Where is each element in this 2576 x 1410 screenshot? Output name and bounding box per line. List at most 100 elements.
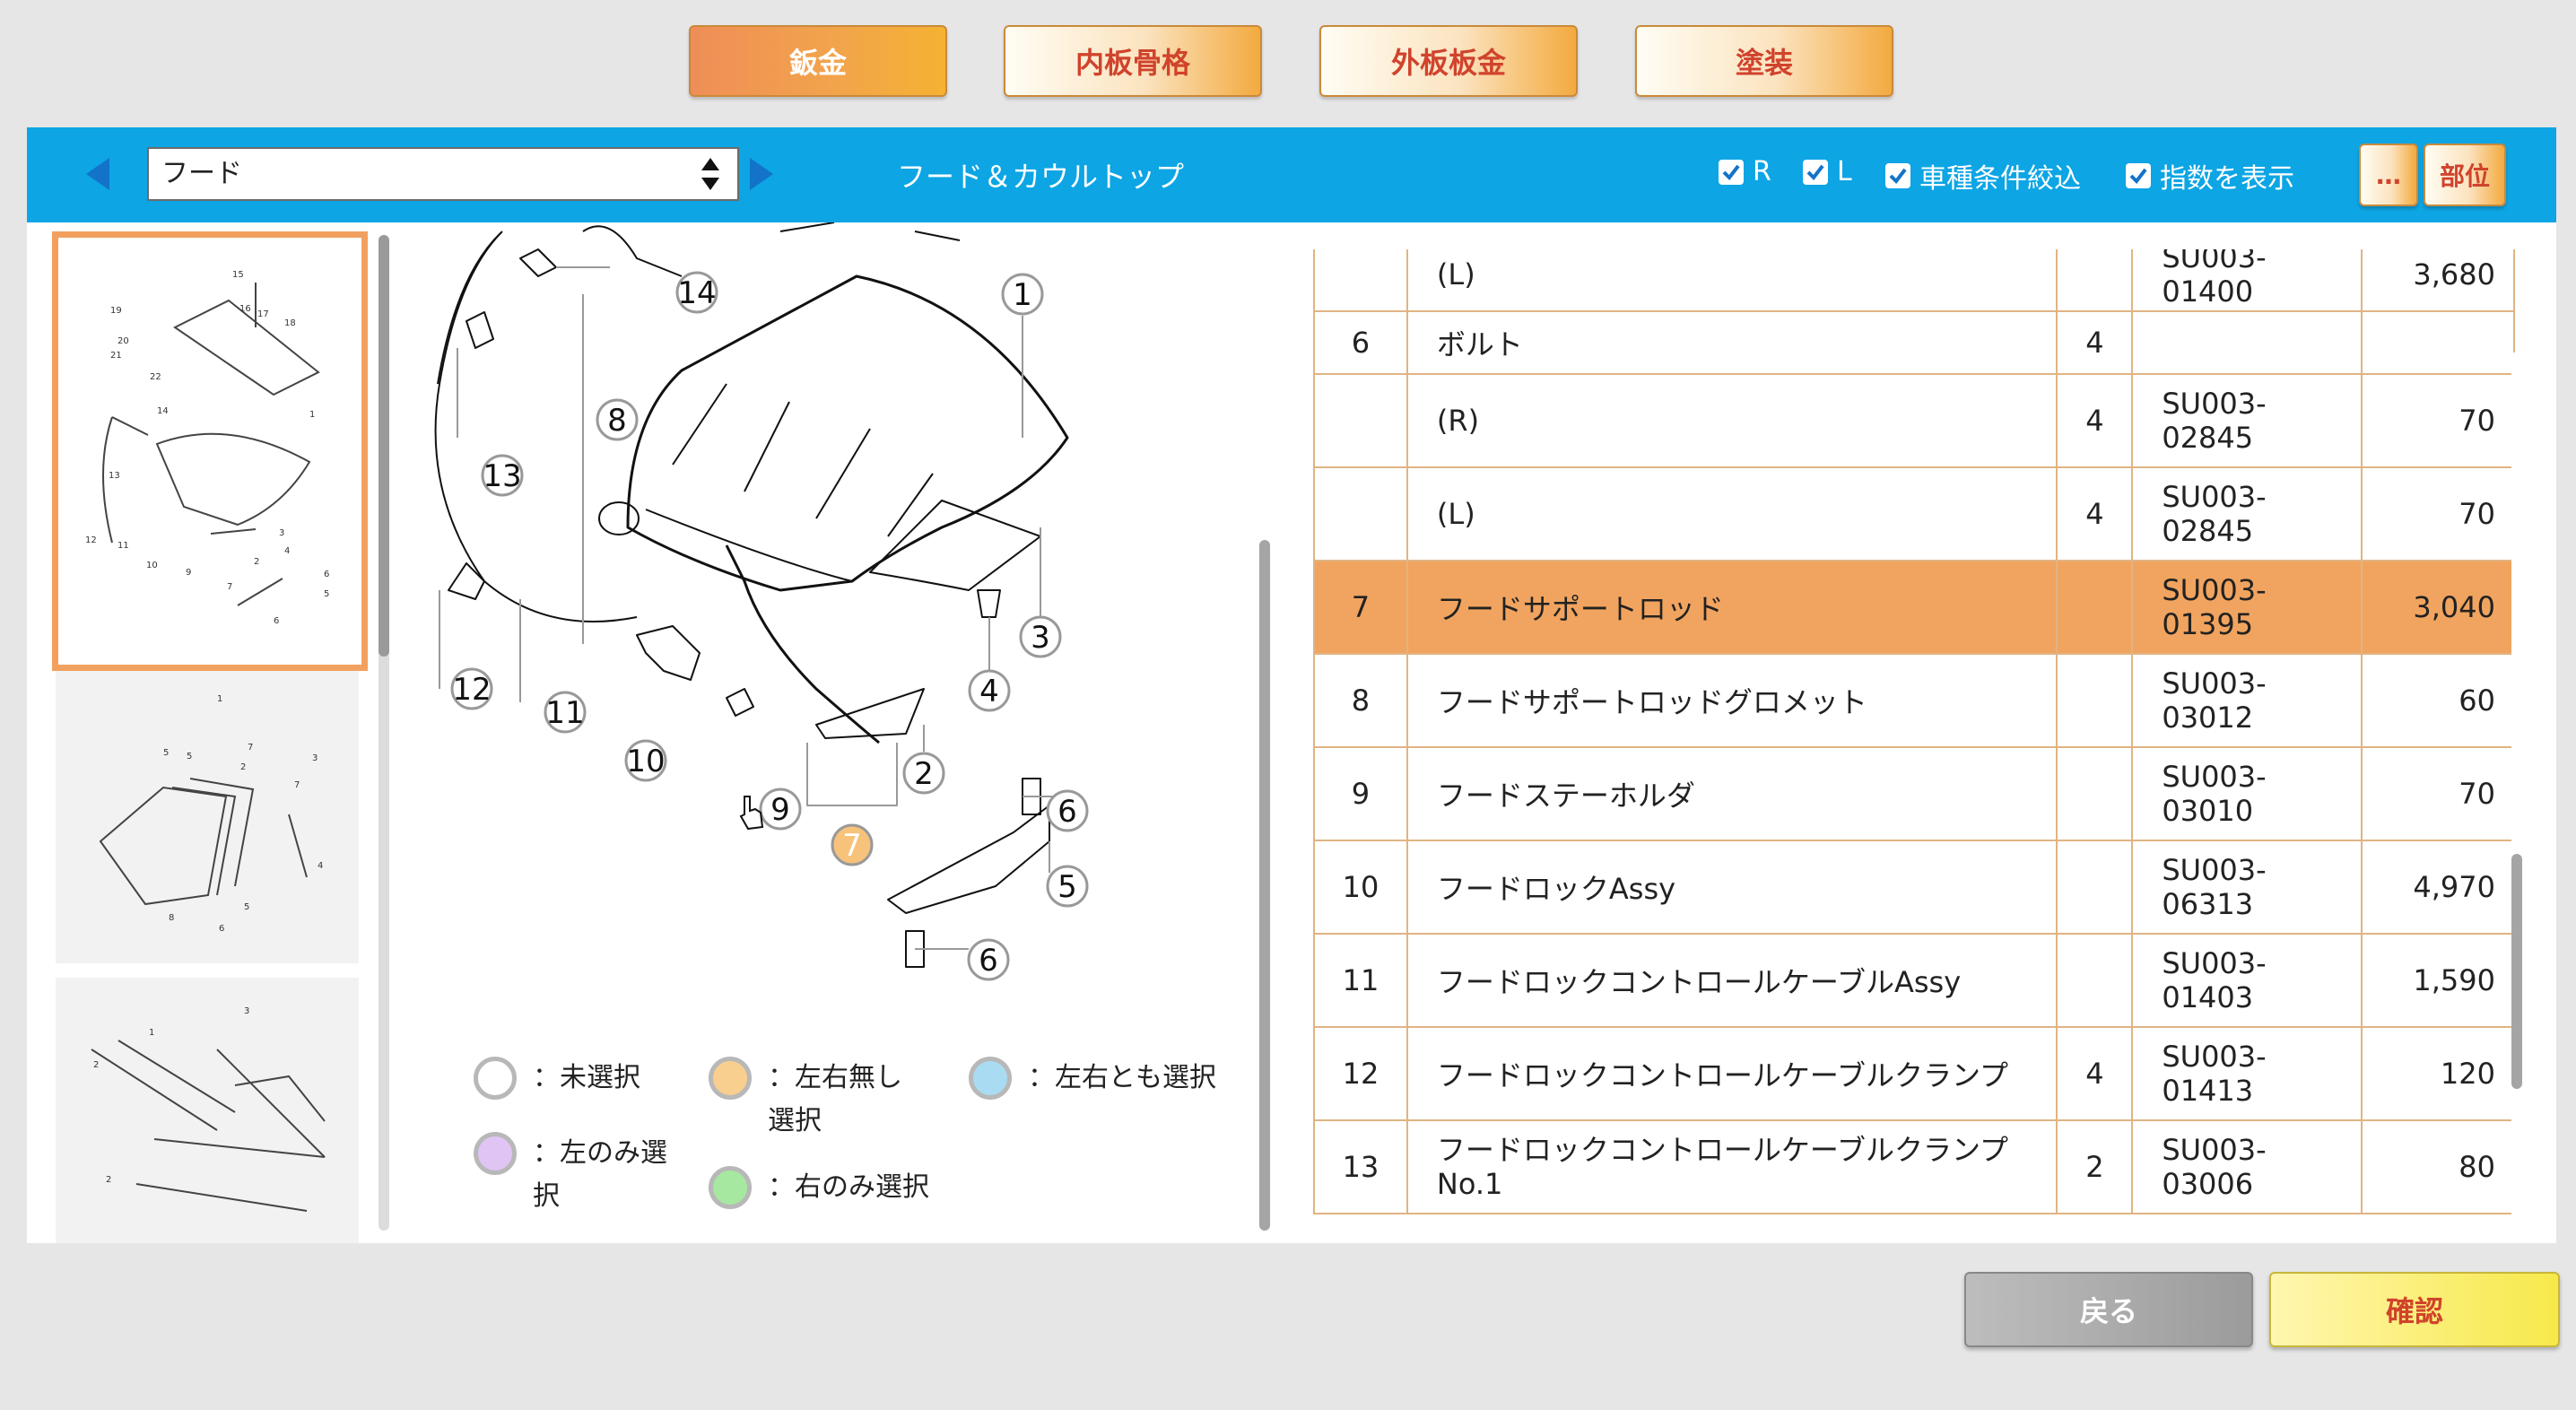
table-scrollbar[interactable] [2511,352,2522,1227]
callout-6-upper[interactable]: 6 [1046,789,1089,832]
check-l[interactable]: L [1803,156,1852,187]
legend-both-sides: ：左右とも選択 [969,1057,1238,1100]
cell-part-number: SU003- 01413 [2131,1026,2363,1121]
table-row[interactable]: 8 フードサポートロッドグロメット SU003- 03012 60 [1313,653,2515,748]
cell-part-number: SU003- 02845 [2131,373,2363,468]
callout-8[interactable]: 8 [596,398,639,441]
cell-qty [2056,249,2134,312]
tab-naiban-kokaku[interactable]: 内板骨格 [1004,25,1262,97]
thumb1-label: 1 [309,410,315,420]
callout-label: 2 [914,756,934,792]
thumb1-label: 7 [227,582,232,592]
legend-no-side-label: ：左右無し選択 [768,1062,902,1136]
cell-name: フードステーホルダ [1405,746,2058,841]
thumb1-label: 16 [239,304,251,314]
prev-arrow-icon[interactable] [86,158,109,190]
part-number-suffix: 01403 [2162,980,2254,1014]
parts-table-wrapper: (L) SU003- 01400 3,680 6 ボルト 4 (R) 4 SU003- 02845 7… [1304,249,2531,1218]
table-scrollbar-thumb[interactable] [2511,854,2522,1089]
part-number-prefix: SU003- [2162,1040,2267,1074]
back-button[interactable]: 戻る [1964,1272,2253,1347]
parts-location-button[interactable]: 部位 [2424,144,2506,206]
callout-2[interactable]: 2 [902,752,945,795]
checkbox-checked-icon [2126,163,2151,188]
callout-7[interactable]: 7 [831,823,874,866]
part-number-prefix: SU003- [2162,946,2267,980]
callout-5[interactable]: 5 [1046,865,1089,908]
thumb1-label: 15 [232,270,244,280]
table-row[interactable]: 11 フードロックコントロールケーブルAssy SU003- 01403 1,590 [1313,933,2515,1028]
check-r-label: R [1753,156,1771,187]
section-title: フード＆カウルトップ [897,160,1185,194]
cell-no: 9 [1313,746,1408,841]
cell-no: 7 [1313,560,1408,655]
callout-14[interactable]: 14 [675,271,718,314]
cell-part-number: SU003- 03012 [2131,653,2363,748]
callout-9[interactable]: 9 [759,788,802,831]
check-show-index[interactable]: 指数を表示 [2126,156,2294,196]
table-row[interactable]: 7 フードサポートロッド SU003- 01395 3,040 [1313,560,2515,655]
checkbox-checked-icon [1885,163,1910,188]
table-row[interactable]: (L) SU003- 01400 3,680 [1313,249,2515,312]
thumbnail-scrollbar[interactable] [379,235,389,1231]
cell-no: 12 [1313,1026,1408,1121]
cell-no: 6 [1313,310,1408,375]
part-number-prefix: SU003- [2162,573,2267,607]
legend-no-side: ：左右無し選択 [709,1057,906,1143]
thumb2-label: 7 [294,780,300,790]
table-row[interactable]: 6 ボルト 4 [1313,310,2515,375]
cell-qty: 4 [2056,466,2134,561]
cell-part-number: SU003- 01400 [2131,249,2363,312]
part-number-suffix: 01413 [2162,1074,2254,1108]
cell-name: フードロックコントロールケーブルクランプNo.1 [1405,1119,2058,1214]
cell-qty: 2 [2056,1119,2134,1214]
cell-qty [2056,840,2134,935]
part-number-suffix: 02845 [2162,421,2254,455]
check-vehicle-filter[interactable]: 車種条件絞込 [1885,156,2081,196]
category-select[interactable]: フード [147,147,739,201]
check-show-index-label: 指数を表示 [2160,163,2294,195]
cell-name: フードロックコントロールケーブルAssy [1405,933,2058,1028]
thumb1-label: 10 [146,561,158,570]
diagram-scrollbar-thumb[interactable] [1259,540,1270,1231]
thumbnail-wiper-drawing: 3 1 2 2 [91,1006,326,1212]
more-button[interactable]: … [2359,144,2418,206]
tab-tosou[interactable]: 塗装 [1635,25,1893,97]
thumbnail-hood-cowl[interactable]: 15 19 16 17 18 20 21 22 14 1 13 12 11 10… [52,231,368,671]
thumbnail-wiper[interactable]: 3 1 2 2 [56,978,359,1243]
table-row[interactable]: 10 フードロックAssy SU003- 06313 4,970 [1313,840,2515,935]
check-r[interactable]: R [1719,156,1771,187]
cell-price: 80 [2361,1119,2515,1214]
cell-part-number: SU003- 01403 [2131,933,2363,1028]
confirm-button[interactable]: 確認 [2269,1272,2560,1347]
callout-label: 11 [545,695,584,731]
callout-12[interactable]: 12 [450,667,493,710]
callout-4[interactable]: 4 [968,669,1011,712]
cell-qty [2056,746,2134,841]
updown-icon [701,158,719,190]
tab-bankin[interactable]: 鈑金 [689,25,947,97]
thumb1-label: 22 [150,372,161,382]
cell-name: フードロックコントロールケーブルクランプ [1405,1026,2058,1121]
table-row[interactable]: 9 フードステーホルダ SU003- 03010 70 [1313,746,2515,841]
diagram-scrollbar[interactable] [1259,235,1270,1231]
thumbnail-scrollbar-thumb[interactable] [379,235,389,657]
part-number-prefix: SU003- [2162,249,2267,274]
table-row[interactable]: (L) 4 SU003- 02845 70 [1313,466,2515,561]
table-row[interactable]: 12 フードロックコントロールケーブルクランプ 4 SU003- 01413 120 [1313,1026,2515,1121]
callout-6-lower[interactable]: 6 [967,938,1010,981]
callout-10[interactable]: 10 [624,739,667,782]
callout-1[interactable]: 1 [1001,273,1044,316]
table-row[interactable]: 13 フードロックコントロールケーブルクランプNo.1 2 SU003- 03006 80 [1313,1119,2515,1214]
callout-label: 14 [677,275,716,311]
callout-13[interactable]: 13 [481,454,524,497]
cell-part-number: SU003- 03006 [2131,1119,2363,1214]
tab-gaiban-bankin[interactable]: 外板板金 [1319,25,1578,97]
table-row[interactable]: (R) 4 SU003- 02845 70 [1313,373,2515,468]
thumbnail-windshield[interactable]: 1 5 5 7 2 3 7 4 8 6 5 [56,671,359,963]
callout-label: 9 [770,792,790,828]
callout-3[interactable]: 3 [1019,615,1062,658]
legend-unselected-label: ：未選択 [533,1062,640,1093]
callout-11[interactable]: 11 [544,691,587,734]
next-arrow-icon[interactable] [750,158,773,190]
